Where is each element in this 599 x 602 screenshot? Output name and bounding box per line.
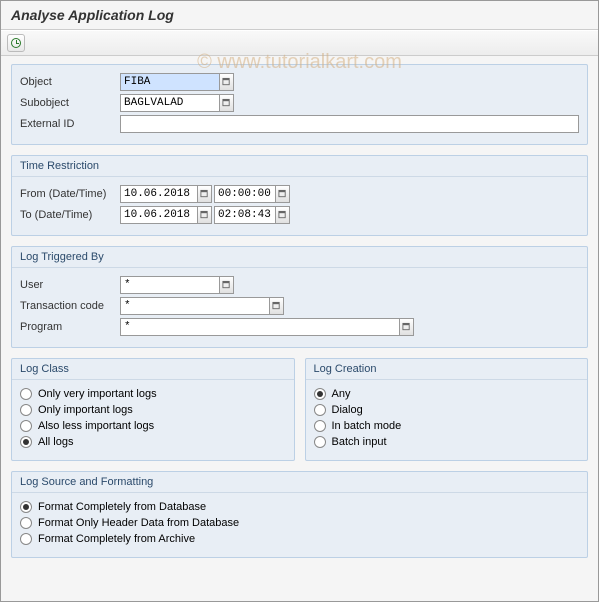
log-creation-option-2-label: Dialog [332, 404, 363, 416]
user-label: User [20, 279, 120, 291]
tx-f4-icon[interactable] [270, 297, 284, 315]
source-option-1-label: Format Completely from Database [38, 501, 206, 513]
radio-icon [20, 533, 32, 545]
time-restriction-group: Time Restriction From (Date/Time) To (Da… [11, 155, 588, 236]
triggered-by-group: Log Triggered By User Transaction code P… [11, 246, 588, 348]
to-label: To (Date/Time) [20, 209, 120, 221]
log-creation-option-2[interactable]: Dialog [314, 404, 580, 416]
radio-icon [20, 388, 32, 400]
from-date-input[interactable] [120, 185, 198, 203]
log-creation-option-1[interactable]: Any [314, 388, 580, 400]
from-date-f4-icon[interactable] [198, 185, 212, 203]
log-class-option-3[interactable]: Also less important logs [20, 420, 286, 432]
execute-button[interactable] [7, 34, 25, 52]
log-class-option-3-label: Also less important logs [38, 420, 154, 432]
prog-f4-icon[interactable] [400, 318, 414, 336]
external-id-label: External ID [20, 118, 120, 130]
log-source-title: Log Source and Formatting [12, 472, 587, 493]
log-class-title: Log Class [12, 359, 294, 380]
source-option-1[interactable]: Format Completely from Database [20, 501, 579, 513]
window-title: Analyse Application Log [1, 1, 598, 30]
external-id-input[interactable] [120, 115, 579, 133]
log-class-option-2[interactable]: Only important logs [20, 404, 286, 416]
radio-icon [314, 436, 326, 448]
log-class-option-2-label: Only important logs [38, 404, 133, 416]
user-f4-icon[interactable] [220, 276, 234, 294]
log-class-option-1[interactable]: Only very important logs [20, 388, 286, 400]
from-time-f4-icon[interactable] [276, 185, 290, 203]
user-input[interactable] [120, 276, 220, 294]
prog-label: Program [20, 321, 120, 333]
content-area: Object Subobject External ID Time Restri… [1, 56, 598, 578]
object-f4-icon[interactable] [220, 73, 234, 91]
identifier-group: Object Subobject External ID [11, 64, 588, 145]
subobject-input[interactable] [120, 94, 220, 112]
source-option-2[interactable]: Format Only Header Data from Database [20, 517, 579, 529]
log-class-option-4-label: All logs [38, 436, 73, 448]
log-creation-option-1-label: Any [332, 388, 351, 400]
source-option-3-label: Format Completely from Archive [38, 533, 195, 545]
tx-label: Transaction code [20, 300, 120, 312]
time-restriction-title: Time Restriction [12, 156, 587, 177]
radio-icon [20, 501, 32, 513]
toolbar [1, 30, 598, 56]
log-source-group: Log Source and Formatting Format Complet… [11, 471, 588, 558]
object-input[interactable] [120, 73, 220, 91]
log-creation-option-4[interactable]: Batch input [314, 436, 580, 448]
radio-icon [314, 420, 326, 432]
log-creation-option-3[interactable]: In batch mode [314, 420, 580, 432]
to-date-f4-icon[interactable] [198, 206, 212, 224]
to-time-input[interactable] [214, 206, 276, 224]
radio-icon [20, 436, 32, 448]
radio-icon [20, 404, 32, 416]
source-option-3[interactable]: Format Completely from Archive [20, 533, 579, 545]
from-time-input[interactable] [214, 185, 276, 203]
log-creation-option-4-label: Batch input [332, 436, 387, 448]
radio-icon [20, 517, 32, 529]
execute-icon [11, 38, 21, 48]
log-class-option-4[interactable]: All logs [20, 436, 286, 448]
prog-input[interactable] [120, 318, 400, 336]
to-date-input[interactable] [120, 206, 198, 224]
object-label: Object [20, 76, 120, 88]
from-label: From (Date/Time) [20, 188, 120, 200]
log-creation-option-3-label: In batch mode [332, 420, 402, 432]
to-time-f4-icon[interactable] [276, 206, 290, 224]
radio-icon [314, 404, 326, 416]
tx-input[interactable] [120, 297, 270, 315]
log-class-option-1-label: Only very important logs [38, 388, 157, 400]
radio-icon [314, 388, 326, 400]
log-creation-title: Log Creation [306, 359, 588, 380]
subobject-label: Subobject [20, 97, 120, 109]
source-option-2-label: Format Only Header Data from Database [38, 517, 239, 529]
subobject-f4-icon[interactable] [220, 94, 234, 112]
log-class-group: Log Class Only very important logs Only … [11, 358, 295, 461]
log-creation-group: Log Creation Any Dialog In batch mode Ba… [305, 358, 589, 461]
radio-icon [20, 420, 32, 432]
triggered-by-title: Log Triggered By [12, 247, 587, 268]
